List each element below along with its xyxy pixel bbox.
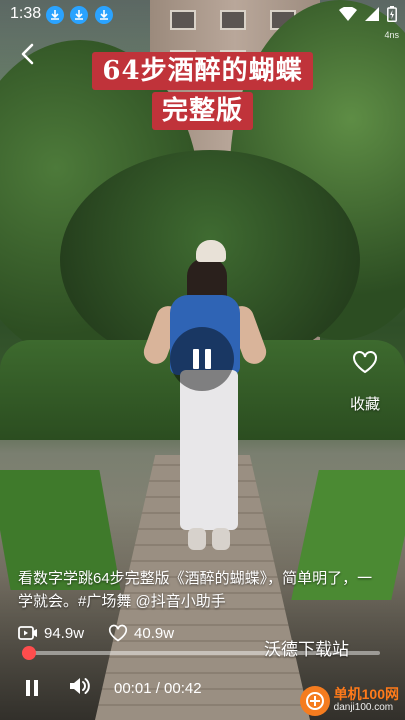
signal-icon bbox=[365, 7, 379, 26]
heart-icon bbox=[353, 351, 377, 374]
like-count-value: 40.9w bbox=[134, 624, 175, 642]
watermark-text: 沃德下载站 bbox=[264, 640, 349, 659]
dancer-figure bbox=[140, 240, 270, 560]
time-display: 00:01 / 00:42 bbox=[114, 679, 202, 697]
status-time: 1:38 bbox=[10, 5, 42, 22]
pause-icon bbox=[193, 349, 199, 369]
video-stats: 94.9w 40.9w bbox=[18, 624, 198, 642]
video-title-overlay: 64步酒醉的蝴蝶 完整版 bbox=[0, 52, 405, 130]
favorite-label: 收藏 bbox=[349, 396, 380, 413]
video-description: 看数字学跳64步完整版《酒醉的蝴蝶》，简单明了，一学就会。#广场舞 @抖音小助手 bbox=[18, 570, 373, 610]
pause-button[interactable] bbox=[22, 678, 42, 698]
watermark-site-url: danji100.com bbox=[333, 702, 394, 713]
play-count-value: 94.9w bbox=[44, 624, 85, 642]
like-count[interactable]: 40.9w bbox=[108, 624, 174, 642]
download-icon bbox=[70, 6, 88, 24]
network-speed: 4ns bbox=[384, 30, 399, 40]
center-pause-button[interactable] bbox=[170, 327, 234, 391]
download-icon bbox=[46, 6, 64, 24]
volume-button[interactable] bbox=[68, 675, 92, 702]
watermark-site-name: 单机100网 bbox=[333, 686, 399, 702]
pause-icon bbox=[26, 680, 30, 696]
video-play-count-icon bbox=[18, 626, 37, 640]
speaker-icon bbox=[70, 677, 90, 694]
site-logo-icon bbox=[299, 686, 330, 716]
battery-icon bbox=[387, 6, 397, 27]
download-icon bbox=[95, 6, 113, 24]
video-title-line2: 完整版 bbox=[151, 92, 253, 130]
heart-outline-icon bbox=[108, 624, 128, 642]
favorite-button[interactable]: 收藏 bbox=[340, 350, 390, 414]
status-bar: 1:38 bbox=[0, 0, 405, 30]
progress-thumb[interactable] bbox=[22, 646, 37, 660]
wifi-icon bbox=[339, 6, 357, 26]
watermark-logo: 单机100网 danji100.com bbox=[299, 686, 399, 716]
play-count: 94.9w bbox=[18, 625, 84, 642]
video-title-line1: 64步酒醉的蝴蝶 bbox=[92, 52, 313, 90]
video-player-screen: 1:38 4ns 64步酒醉的蝴蝶 完整版 收藏 看数字学跳64步完整版《酒醉的… bbox=[0, 0, 405, 720]
system-icons bbox=[339, 6, 397, 27]
